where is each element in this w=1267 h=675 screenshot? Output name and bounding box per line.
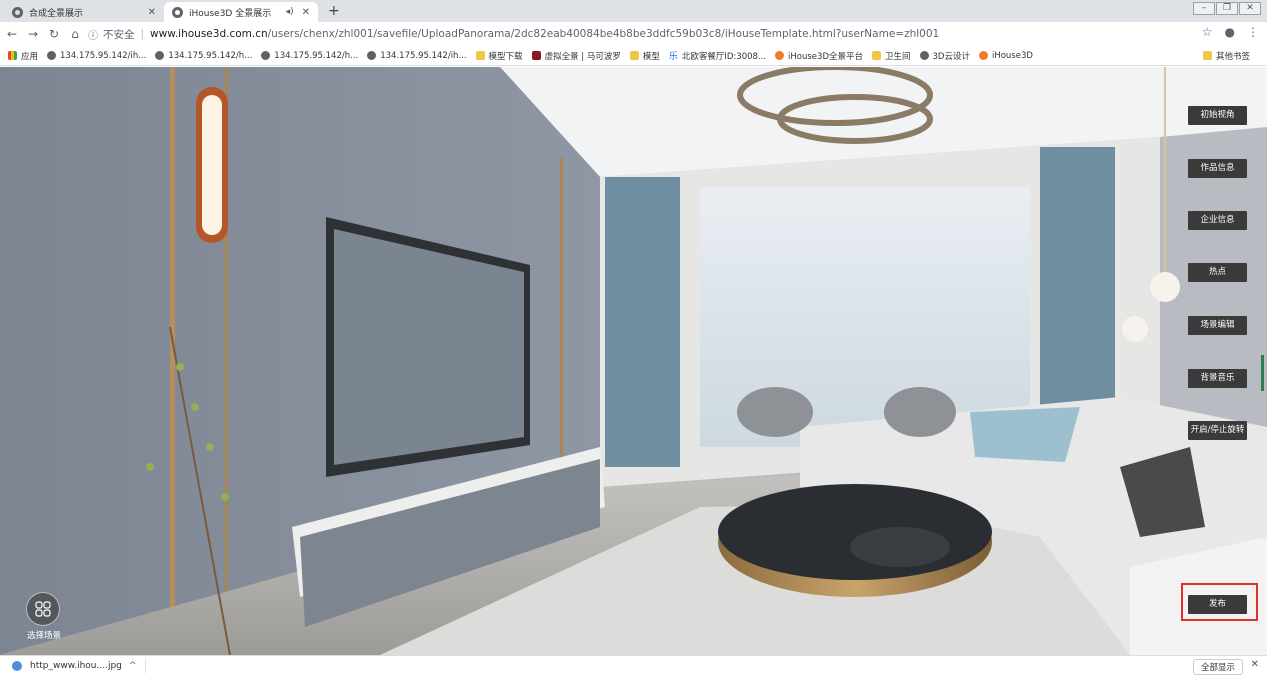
globe-icon bbox=[155, 51, 165, 60]
info-icon[interactable]: ⓘ bbox=[88, 27, 98, 42]
music-icon: 乐 bbox=[668, 52, 678, 62]
other-bookmarks[interactable]: 其他书签 bbox=[1202, 50, 1250, 62]
globe-icon bbox=[367, 51, 377, 60]
restore-button[interactable]: ❐ bbox=[1216, 2, 1238, 15]
divider: | bbox=[140, 28, 145, 40]
globe-icon bbox=[919, 51, 929, 60]
bookmark-item[interactable]: 乐北欧客餐厅ID:3008... bbox=[668, 49, 766, 63]
panorama-scene[interactable] bbox=[0, 67, 1267, 655]
forward-button[interactable]: → bbox=[24, 27, 42, 41]
ihouse-icon bbox=[775, 51, 785, 60]
tab-compose-panorama[interactable]: 合成全景展示 ✕ bbox=[4, 2, 164, 22]
close-icon[interactable]: ✕ bbox=[302, 7, 310, 18]
reload-button[interactable]: ↻ bbox=[45, 27, 63, 41]
tab-ihouse3d-panorama[interactable]: iHouse3D 全景展示 ◂) ✕ bbox=[164, 2, 318, 22]
folder-icon bbox=[871, 51, 881, 60]
close-icon[interactable]: ✕ bbox=[148, 7, 156, 18]
scroll-indicator bbox=[1261, 355, 1264, 391]
close-icon[interactable]: ✕ bbox=[1251, 659, 1259, 670]
grid-icon bbox=[35, 601, 51, 617]
work-info-button[interactable]: 作品信息 bbox=[1188, 159, 1247, 178]
bookmark-item[interactable]: 134.175.95.142/h... bbox=[261, 51, 358, 61]
bookmark-item[interactable]: 134.175.95.142/ih... bbox=[367, 51, 467, 61]
navigation-bar: ← → ↻ ⌂ ⓘ 不安全 | www.ihouse3d.com.cn/user… bbox=[0, 22, 1267, 46]
bookmark-item[interactable]: iHouse3D bbox=[978, 51, 1033, 61]
bookmark-item[interactable]: iHouse3D全景平台 bbox=[775, 50, 863, 62]
close-window-button[interactable]: ✕ bbox=[1239, 2, 1261, 15]
toggle-rotation-button[interactable]: 开启/停止旋转 bbox=[1188, 421, 1247, 440]
window-controls: – ❐ ✕ bbox=[1193, 2, 1261, 15]
bookmark-folder[interactable]: 模型下载 bbox=[475, 50, 523, 62]
site-icon bbox=[531, 51, 541, 60]
initial-view-button[interactable]: 初始视角 bbox=[1188, 106, 1247, 125]
company-info-button[interactable]: 企业信息 bbox=[1188, 211, 1247, 230]
back-button[interactable]: ← bbox=[3, 27, 21, 41]
chevron-up-icon[interactable]: ^ bbox=[129, 661, 137, 671]
bookmarks-bar: 应用 134.175.95.142/ih... 134.175.95.142/h… bbox=[0, 46, 1267, 66]
bookmark-item[interactable]: 虚拟全景 | 马可波罗 bbox=[531, 50, 621, 62]
bookmark-item[interactable]: 134.175.95.142/ih... bbox=[47, 51, 146, 61]
scene-select-label: 选择场景 bbox=[26, 631, 61, 641]
globe-icon bbox=[47, 51, 57, 60]
scene-select-button[interactable] bbox=[26, 592, 60, 626]
home-button[interactable]: ⌂ bbox=[66, 27, 84, 41]
globe-icon bbox=[172, 6, 183, 18]
panorama-viewport[interactable]: 初始视角 作品信息 企业信息 热点 场景编辑 背景音乐 开启/停止旋转 发布 选… bbox=[0, 67, 1267, 655]
publish-button[interactable]: 发布 bbox=[1188, 595, 1247, 614]
menu-icon[interactable]: ⋮ bbox=[1247, 25, 1259, 39]
download-bar: http_www.ihou....jpg ^ 全部显示 ✕ bbox=[0, 655, 1267, 675]
url-host: www.ihouse3d.com.cn bbox=[150, 28, 268, 40]
globe-icon bbox=[261, 51, 271, 60]
background-music-button[interactable]: 背景音乐 bbox=[1188, 369, 1247, 388]
tab-title: 合成全景展示 bbox=[29, 8, 84, 19]
bookmark-item[interactable]: 3D云设计 bbox=[919, 50, 970, 62]
bookmark-apps[interactable]: 应用 bbox=[8, 50, 38, 62]
download-filename: http_www.ihou....jpg bbox=[30, 660, 122, 671]
bookmark-item[interactable]: 134.175.95.142/h... bbox=[155, 51, 252, 61]
bookmark-folder[interactable]: 模型 bbox=[629, 50, 660, 62]
hotspot-button[interactable]: 热点 bbox=[1188, 263, 1247, 282]
folder-icon bbox=[475, 51, 485, 60]
divider bbox=[145, 658, 147, 673]
url-path: /users/chenx/zhl001/savefile/UploadPanor… bbox=[267, 28, 940, 40]
bookmark-star-icon[interactable]: ☆ bbox=[1202, 25, 1213, 39]
audio-icon[interactable]: ◂) bbox=[286, 7, 294, 17]
address-bar[interactable]: ⓘ 不安全 | www.ihouse3d.com.cn/users/chenx/… bbox=[88, 25, 1188, 43]
download-item[interactable]: http_www.ihou....jpg ^ bbox=[12, 660, 137, 671]
folder-icon bbox=[1202, 51, 1212, 60]
ihouse-icon bbox=[978, 51, 988, 60]
folder-icon bbox=[629, 51, 639, 60]
globe-icon bbox=[12, 6, 23, 18]
scene-edit-button[interactable]: 场景编辑 bbox=[1188, 316, 1247, 335]
apps-grid-icon bbox=[8, 51, 17, 60]
minimize-button[interactable]: – bbox=[1193, 2, 1215, 15]
new-tab-button[interactable]: + bbox=[328, 3, 340, 19]
tab-strip: 合成全景展示 ✕ iHouse3D 全景展示 ◂) ✕ + – ❐ ✕ bbox=[0, 0, 1267, 22]
file-icon bbox=[12, 660, 22, 671]
bookmark-folder[interactable]: 卫生间 bbox=[871, 50, 911, 62]
profile-icon[interactable]: ● bbox=[1225, 25, 1235, 39]
show-all-button[interactable]: 全部显示 bbox=[1192, 659, 1243, 675]
tab-title: iHouse3D 全景展示 bbox=[189, 8, 272, 19]
security-status: 不安全 bbox=[103, 28, 135, 41]
